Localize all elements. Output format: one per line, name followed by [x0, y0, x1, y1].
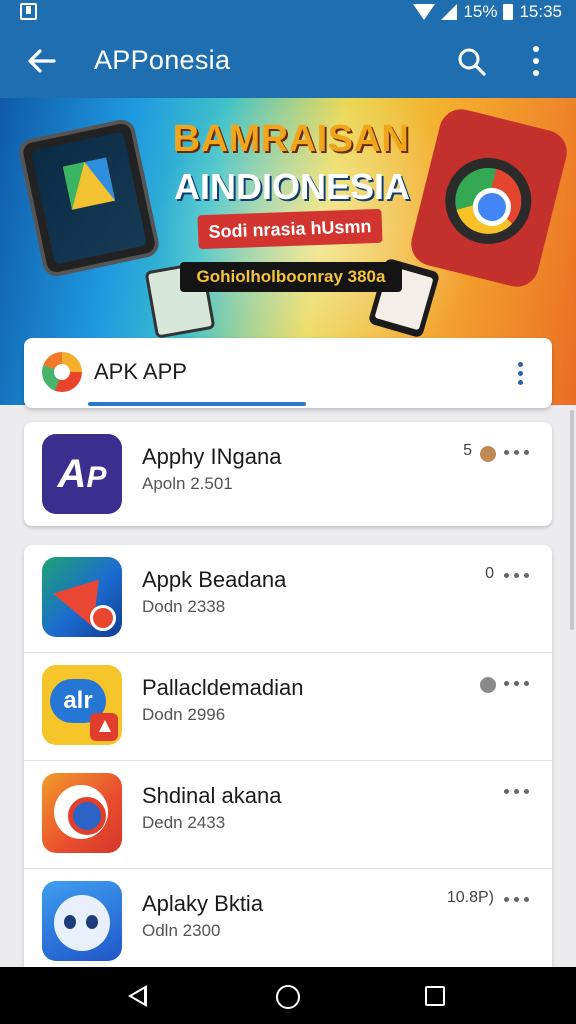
list-item[interactable]: Appk Beadana Dodn 2338 0 — [24, 545, 552, 653]
category-card[interactable]: APK APP — [24, 338, 552, 408]
chrome-logo-icon — [448, 160, 529, 241]
status-bar: 15% 15:35 — [0, 0, 576, 24]
tab-indicator — [88, 402, 306, 406]
banner-headline: BAMRAISAN — [172, 118, 410, 160]
more-vert-icon[interactable] — [514, 358, 528, 388]
app-ap-icon: AP — [42, 434, 122, 514]
more-horiz-icon[interactable] — [504, 681, 534, 689]
category-title: APK APP — [94, 359, 187, 384]
category-logo-icon — [42, 352, 82, 392]
app-list-card: Appk Beadana Dodn 2338 0 alr Pallacldema… — [24, 545, 552, 967]
list-item[interactable]: Aplaky Bktia Odln 2300 10.8P) — [24, 869, 552, 967]
status-dot-icon — [480, 446, 496, 462]
list-item[interactable]: AP Apphy INgana Apoln 2.501 5 — [24, 422, 552, 526]
wifi-icon — [413, 4, 436, 20]
app-version: Dedn 2433 — [142, 813, 226, 832]
scrollbar[interactable] — [570, 410, 574, 630]
app-name: Apphy INgana — [142, 444, 282, 469]
circle-home-icon[interactable] — [276, 985, 300, 1009]
play-logo-icon — [62, 157, 116, 210]
app-name: Aplaky Bktia — [142, 891, 264, 916]
app-aplaky-icon — [42, 881, 122, 961]
arrow-left-icon[interactable] — [26, 46, 58, 76]
more-vert-icon[interactable] — [526, 44, 546, 78]
list-item[interactable]: Shdinal akana Dedn 2433 — [24, 761, 552, 869]
triangle-back-icon[interactable] — [128, 985, 147, 1007]
more-horiz-icon[interactable] — [504, 897, 534, 905]
app-version: Dodn 2996 — [142, 705, 226, 724]
featured-app-card: AP Apphy INgana Apoln 2.501 5 — [24, 422, 552, 526]
app-version: Odln 2300 — [142, 921, 221, 940]
more-horiz-icon[interactable] — [504, 450, 534, 458]
square-recent-icon[interactable] — [425, 986, 445, 1006]
banner-strip: Gohiolholboonray 380a — [180, 262, 402, 292]
app-bar: APPonesia — [0, 24, 576, 98]
clock: 15:35 — [519, 2, 562, 21]
app-badge: 10.8P) — [446, 889, 494, 906]
app-beadana-icon — [42, 557, 122, 637]
signal-icon — [441, 4, 458, 20]
app-name: Pallacldemadian — [142, 675, 304, 700]
more-horiz-icon[interactable] — [504, 573, 534, 581]
list-item[interactable]: alr Pallacldemadian Dodn 2996 — [24, 653, 552, 761]
banner-subheadline: AINDIONESIA — [173, 166, 411, 207]
app-version: Dodn 2338 — [142, 597, 226, 616]
system-nav-bar — [0, 967, 576, 1024]
notification-icon — [20, 3, 37, 20]
more-horiz-icon[interactable] — [504, 789, 534, 797]
app-name: Shdinal akana — [142, 783, 282, 808]
search-icon[interactable] — [456, 46, 488, 78]
app-shdinal-icon — [42, 773, 122, 853]
banner-pill: Sodi nrasia hUsmn — [197, 208, 383, 250]
app-pallacldemadian-icon: alr — [42, 665, 122, 745]
app-version: Apoln 2.501 — [142, 474, 233, 493]
battery-level: 15% — [463, 2, 498, 21]
page-title: APPonesia — [94, 45, 231, 75]
app-badge: 5 — [463, 442, 472, 459]
status-dot-icon — [480, 677, 496, 693]
status-indicators: 15% 15:35 — [413, 1, 562, 23]
app-name: Appk Beadana — [142, 567, 287, 592]
app-badge: 0 — [485, 565, 494, 582]
battery-icon — [503, 4, 514, 20]
